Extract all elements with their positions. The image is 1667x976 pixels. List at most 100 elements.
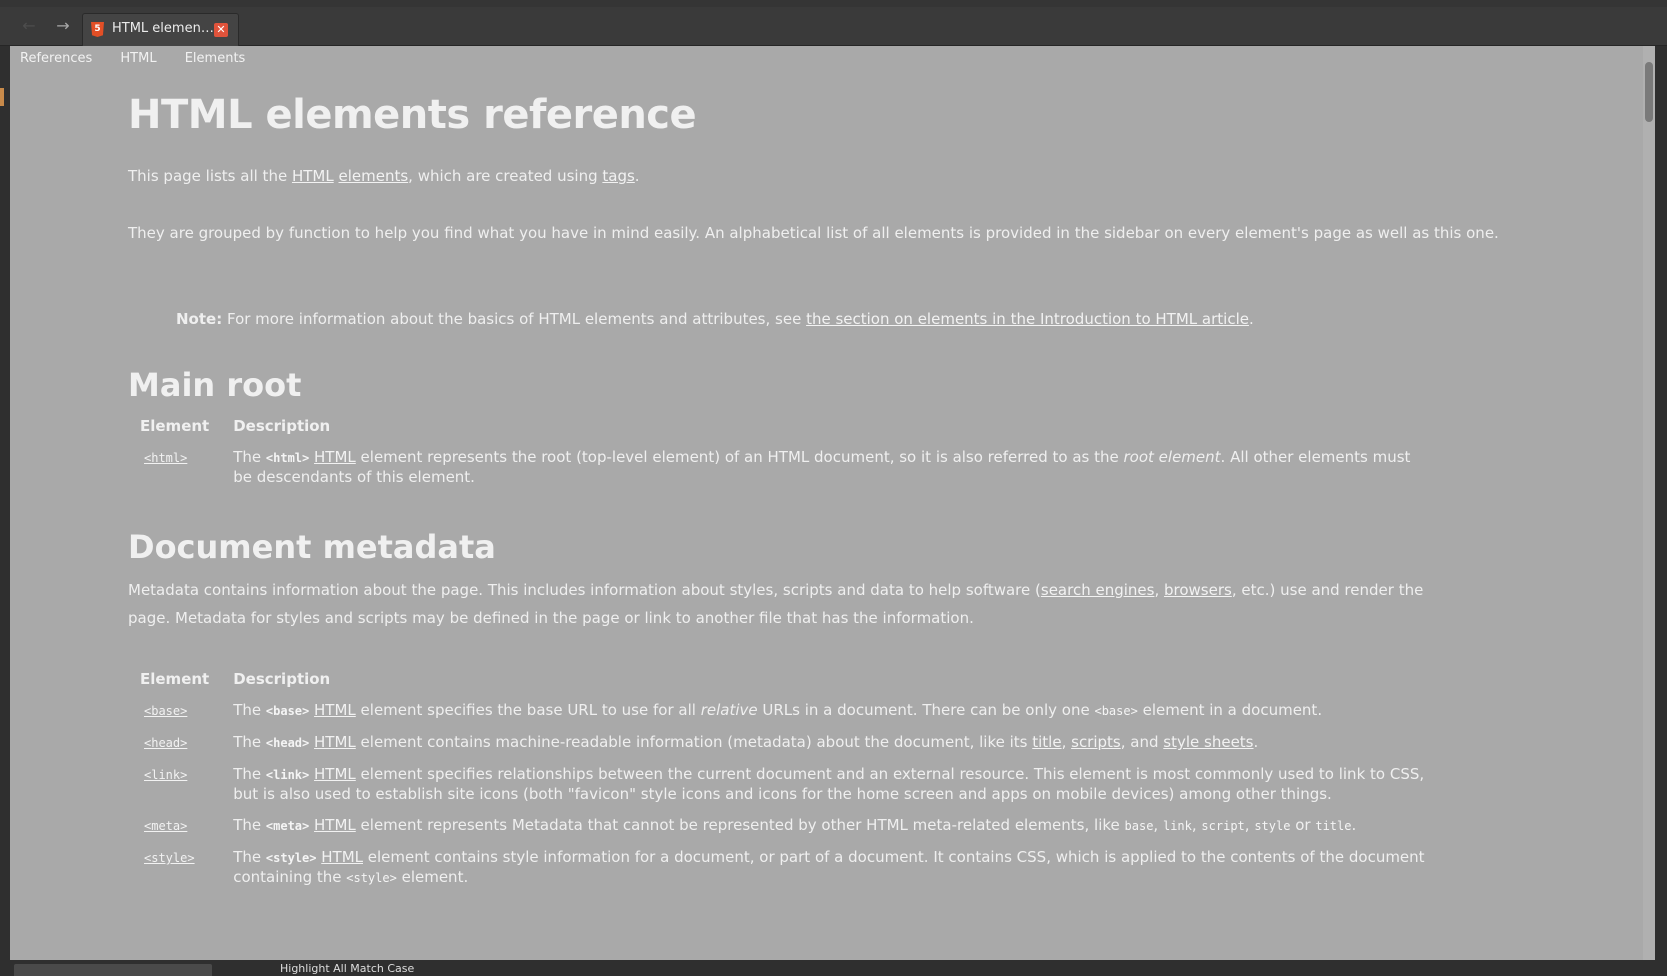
code-style: <style> [265, 851, 317, 865]
element-cell: <base> [128, 697, 221, 729]
elements-link[interactable]: elements [338, 167, 408, 185]
scripts-link[interactable]: scripts [1071, 733, 1121, 751]
tags-link[interactable]: tags [602, 167, 634, 185]
document-metadata-heading: Document metadata [128, 528, 496, 566]
description-cell: The <meta> HTML element represents Metad… [233, 816, 1357, 834]
page-title: HTML elements reference [128, 92, 697, 138]
table-row: <head> The <head> HTML element contains … [128, 729, 1438, 761]
title-link[interactable]: title [1032, 733, 1061, 751]
main-root-table: Element Description <html> The <html> HT… [128, 408, 1438, 495]
metadata-paragraph: Metadata contains information about the … [128, 581, 1424, 627]
intro-text-end: . [634, 167, 640, 185]
code-link: <link> [265, 768, 310, 782]
forward-arrow-icon[interactable]: → [52, 15, 74, 37]
desc-text: URLs in a document. There can be only on… [757, 701, 1095, 719]
breadcrumb-references[interactable]: References [20, 51, 92, 66]
intro-text: This page lists all the [128, 167, 292, 185]
desc-text: . [1253, 733, 1259, 751]
tab-bar: ← → 5 HTML elemen… ✕ [0, 7, 1667, 46]
table-row: <base> The <base> HTML element specifies… [128, 697, 1438, 729]
description-cell: The <style> HTML element contains style … [233, 848, 1425, 886]
html-element-link[interactable]: <html> [144, 451, 187, 465]
html-link[interactable]: HTML [314, 448, 356, 466]
element-cell: <meta> [128, 812, 221, 844]
element-cell: <head> [128, 729, 221, 761]
html-link[interactable]: HTML [314, 733, 356, 751]
element-column-header: Element [140, 417, 210, 435]
table-header-row: Element Description [128, 408, 1438, 444]
link-element-link[interactable]: <link> [144, 768, 187, 782]
breadcrumb-html[interactable]: HTML [120, 51, 156, 66]
description-column-header: Description [233, 670, 331, 688]
desc-text: element represents Metadata that cannot … [355, 816, 1125, 834]
desc-text: or [1290, 816, 1316, 834]
html5-icon: 5 [91, 22, 104, 37]
intro-text-mid: , which are created using [408, 167, 603, 185]
scrollbar-thumb[interactable] [1645, 62, 1653, 122]
gutter-marker [0, 88, 4, 106]
close-tab-icon[interactable]: ✕ [214, 23, 228, 37]
element-cell: <link> [128, 761, 221, 812]
html-link[interactable]: HTML [314, 765, 356, 783]
table-row: <link> The <link> HTML element specifies… [128, 761, 1438, 812]
breadcrumb: References HTML Elements [20, 51, 269, 66]
back-arrow-icon[interactable]: ← [18, 15, 40, 37]
description-cell: The <base> HTML element specifies the ba… [233, 701, 1323, 719]
note-label: Note: [176, 310, 223, 328]
breadcrumb-elements[interactable]: Elements [185, 51, 246, 66]
base-element-link[interactable]: <base> [144, 704, 187, 718]
metadata-table: Element Description <base> The <base> HT… [128, 661, 1438, 896]
code-base-inline: <base> [1094, 704, 1138, 718]
page-content: References HTML Elements HTML elements r… [10, 46, 1655, 960]
html-link[interactable]: HTML [321, 848, 363, 866]
note-box: Note: For more information about the bas… [176, 310, 1254, 328]
desc-text: element specifies the base URL to use fo… [355, 701, 701, 719]
description-cell: The <head> HTML element contains machine… [233, 733, 1259, 751]
html-link[interactable]: HTML [292, 167, 334, 185]
code-style-inline: <style> [346, 871, 397, 885]
code-style-inline: style [1254, 819, 1291, 833]
tab-html-elements[interactable]: 5 HTML elemen… ✕ [82, 13, 239, 46]
html-link[interactable]: HTML [314, 816, 356, 834]
metadata-text: Metadata contains information about the … [128, 581, 1041, 599]
intro-to-html-link[interactable]: the section on elements in the Introduct… [806, 310, 1249, 328]
table-header-row: Element Description [128, 661, 1438, 697]
code-title-inline: title [1315, 819, 1352, 833]
search-engines-link[interactable]: search engines [1041, 581, 1155, 599]
code-base-inline: base [1124, 819, 1154, 833]
style-element-link[interactable]: <style> [144, 851, 195, 865]
code-base: <base> [265, 704, 310, 718]
code-link-inline: link [1162, 819, 1192, 833]
left-gutter [0, 46, 10, 960]
description-column-header: Description [233, 417, 331, 435]
vertical-scrollbar[interactable] [1643, 46, 1655, 960]
browsers-link[interactable]: browsers [1164, 581, 1232, 599]
html-link[interactable]: HTML [314, 701, 356, 719]
style-sheets-link[interactable]: style sheets [1163, 733, 1253, 751]
table-row: <html> The <html> HTML element represent… [128, 444, 1438, 495]
find-input[interactable] [14, 964, 212, 976]
find-bar: Highlight All Match Case [0, 960, 1667, 976]
main-root-heading: Main root [128, 366, 302, 404]
head-element-link[interactable]: <head> [144, 736, 187, 750]
desc-text: element represents the root (top-level e… [355, 448, 1124, 466]
relative-emphasis: relative [700, 701, 758, 719]
desc-text: The [233, 448, 266, 466]
code-html: <html> [265, 451, 310, 465]
note-text: For more information about the basics of… [222, 310, 807, 328]
element-cell: <style> [128, 844, 221, 896]
table-row: <meta> The <meta> HTML element represent… [128, 812, 1438, 844]
desc-text: element. [396, 868, 469, 886]
meta-element-link[interactable]: <meta> [144, 819, 187, 833]
intro-paragraph: This page lists all the HTML elements, w… [128, 162, 640, 190]
window-top-edge [0, 0, 1667, 7]
desc-text: element contains machine-readable inform… [355, 733, 1033, 751]
description-cell: The <html> HTML element represents the r… [221, 444, 1438, 495]
description-cell: The <link> HTML element specifies relati… [233, 765, 1425, 803]
desc-text: element specifies relationships between … [233, 765, 1425, 803]
element-column-header: Element [140, 670, 210, 688]
code-head: <head> [265, 736, 310, 750]
grouping-paragraph: They are grouped by function to help you… [128, 224, 1499, 242]
root-element-emphasis: root element [1123, 448, 1221, 466]
code-meta: <meta> [265, 819, 310, 833]
